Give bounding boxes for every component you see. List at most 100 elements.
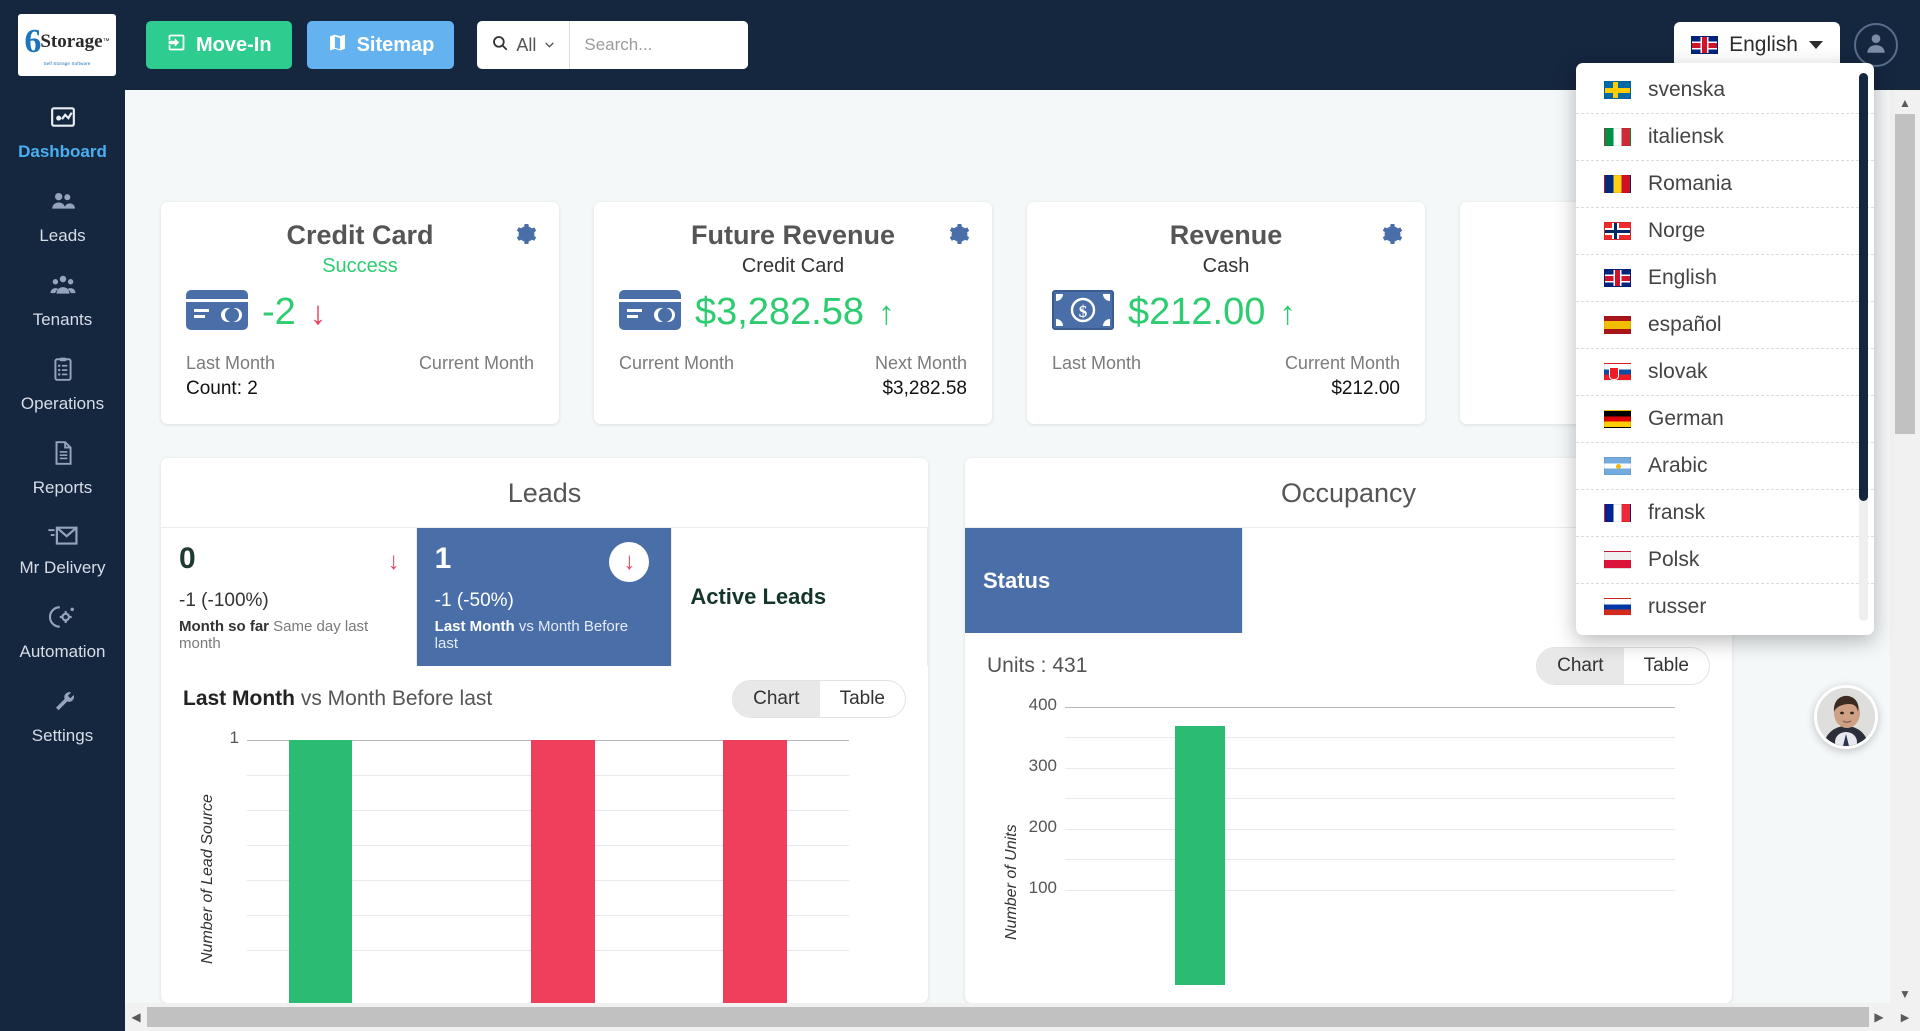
sidebar-label: Tenants [2, 310, 123, 330]
leads-tile-active-leads[interactable]: Active Leads [672, 528, 928, 666]
sidebar-item-operations[interactable]: Operations [0, 342, 125, 426]
language-option-russer[interactable]: russer [1576, 584, 1874, 627]
leads-bar-1[interactable] [289, 740, 352, 1003]
sidebar-item-settings[interactable]: Settings [0, 674, 125, 758]
kpi-card-credit-card[interactable]: Credit Card Success -2 ↓ Last Month [161, 202, 559, 424]
scroll-up-arrow-icon[interactable]: ▲ [1890, 92, 1920, 114]
scroll-down-arrow-icon[interactable]: ▼ [1890, 983, 1920, 1005]
kpi-right-label: Current Month [419, 353, 534, 374]
scrollbar-corner[interactable]: ▶ [1890, 1003, 1920, 1031]
scroll-left-arrow-icon[interactable]: ◀ [125, 1003, 147, 1031]
sidebar-label: Reports [2, 478, 123, 498]
sidebar-item-reports[interactable]: Reports [0, 426, 125, 510]
leads-bar-2[interactable] [531, 740, 595, 1003]
leads-chart[interactable]: Number of Lead Source 1 [161, 718, 928, 1003]
language-option-label: Arabic [1648, 454, 1708, 478]
language-option-svenska[interactable]: svenska [1576, 67, 1874, 114]
language-option-norge[interactable]: Norge [1576, 208, 1874, 255]
support-agent-avatar[interactable] [1814, 685, 1878, 749]
occupancy-view-toggle: Chart Table [1536, 647, 1710, 685]
sidebar-item-tenants[interactable]: Tenants [0, 258, 125, 342]
kpi-subtitle: Cash [1052, 255, 1400, 278]
move-in-button[interactable]: Move-In [146, 21, 292, 69]
kpi-title: Credit Card [186, 220, 534, 251]
user-account-button[interactable] [1854, 23, 1898, 67]
kpi-period-values: $3,282.58 [619, 378, 967, 400]
occupancy-chart-ytick-300: 300 [1011, 756, 1057, 776]
flag-es-icon [1604, 316, 1631, 334]
leads-tile-last-month[interactable]: 1 ↓ -1 (-50%) Last Month vs Month Before… [417, 528, 673, 666]
sidebar-label: Automation [2, 642, 123, 662]
occupancy-toggle-table[interactable]: Table [1624, 648, 1709, 684]
scroll-right-arrow-icon[interactable]: ▶ [1868, 1003, 1890, 1031]
kpi-right-value: $212.00 [1331, 378, 1400, 400]
app-logo[interactable]: 6 Storage ™ Self Storage Software [18, 14, 116, 76]
kpi-value: $212.00 [1128, 291, 1265, 334]
language-option-label: fransk [1648, 501, 1705, 525]
kpi-card-future-revenue[interactable]: Future Revenue Credit Card $3,282.58 ↑ C… [594, 202, 992, 424]
map-icon [327, 32, 348, 59]
language-dropdown-scroll-area[interactable]: svenska italiensk Romania Norge English … [1576, 67, 1874, 627]
wrench-icon [48, 701, 78, 718]
language-option-german[interactable]: German [1576, 396, 1874, 443]
leads-toggle-table[interactable]: Table [820, 681, 905, 717]
language-dropdown-scrollbar-thumb[interactable] [1859, 73, 1868, 501]
kpi-card-revenue[interactable]: Revenue Cash $ $212.00 ↑ Last Month [1027, 202, 1425, 424]
kpi-right-label: Current Month [1285, 353, 1400, 374]
kpi-value-row: $ $212.00 ↑ [1052, 290, 1400, 335]
leads-toggle-chart[interactable]: Chart [733, 681, 819, 717]
language-option-fransk[interactable]: fransk [1576, 490, 1874, 537]
language-selector-button[interactable]: English [1674, 22, 1840, 68]
search-input[interactable] [570, 21, 748, 69]
search-scope-dropdown[interactable]: All [477, 21, 570, 69]
sidebar-label: Settings [2, 726, 123, 746]
language-option-english[interactable]: English [1576, 255, 1874, 302]
language-option-label: svenska [1648, 78, 1725, 102]
gear-icon[interactable] [513, 222, 537, 251]
occupancy-bar-1[interactable] [1175, 726, 1225, 985]
horizontal-scrollbar-thumb[interactable] [147, 1007, 1869, 1027]
leads-tile-month-so-far[interactable]: 0 ↓ -1 (-100%) Month so far Same day las… [161, 528, 417, 666]
language-option-arabic[interactable]: Arabic [1576, 443, 1874, 490]
page-vertical-scrollbar[interactable]: ▲ ▼ [1890, 90, 1920, 1031]
language-option-romania[interactable]: Romania [1576, 161, 1874, 208]
flag-it-icon [1604, 128, 1631, 146]
logo-tagline: Self Storage Software [44, 61, 91, 66]
sidebar-item-dashboard[interactable]: Dashboard [0, 90, 125, 174]
kpi-value-row: $3,282.58 ↑ [619, 290, 967, 335]
sidebar-item-automation[interactable]: Automation [0, 590, 125, 674]
leads-bar-3[interactable] [723, 740, 787, 1003]
kpi-value-row: -2 ↓ [186, 290, 534, 335]
panel-title: Leads [161, 458, 928, 527]
leads-chart-range-bold: Last Month [183, 687, 295, 710]
language-option-espanol[interactable]: español [1576, 302, 1874, 349]
active-leads-label: Active Leads [690, 584, 826, 610]
page-horizontal-scrollbar[interactable]: ◀ ▶ [125, 1003, 1890, 1031]
kpi-left-label: Last Month [1052, 353, 1141, 374]
gridline [1065, 707, 1675, 708]
sign-in-icon [166, 32, 187, 59]
sidebar-navigation: Dashboard Leads Tenants Operations Repor [0, 90, 125, 1031]
search-group: All [477, 21, 748, 69]
flag-fr-icon [1604, 504, 1631, 522]
occupancy-status-tile[interactable]: Status [965, 528, 1243, 633]
language-option-label: Romania [1648, 172, 1732, 196]
logo-trademark: ™ [103, 38, 110, 45]
gridline [1065, 737, 1675, 738]
cash-icon: $ [1052, 290, 1114, 335]
occupancy-chart[interactable]: Number of Units 400 300 200 100 [965, 685, 1732, 985]
tile-delta: -1 (-100%) [179, 590, 398, 612]
language-option-slovak[interactable]: slovak [1576, 349, 1874, 396]
sidebar-item-mr-delivery[interactable]: Mr Delivery [0, 510, 125, 590]
vertical-scrollbar-thumb[interactable] [1895, 114, 1915, 434]
gear-icon[interactable] [1379, 222, 1403, 251]
occupancy-toggle-chart[interactable]: Chart [1537, 648, 1623, 684]
sitemap-button[interactable]: Sitemap [307, 21, 455, 69]
language-option-polsk[interactable]: Polsk [1576, 537, 1874, 584]
kpi-period-labels: Current Month Next Month [619, 353, 967, 374]
language-option-label: English [1648, 266, 1717, 290]
gear-icon[interactable] [946, 222, 970, 251]
sidebar-item-leads[interactable]: Leads [0, 174, 125, 258]
language-option-italiensk[interactable]: italiensk [1576, 114, 1874, 161]
tile-number: 0 [179, 542, 398, 576]
